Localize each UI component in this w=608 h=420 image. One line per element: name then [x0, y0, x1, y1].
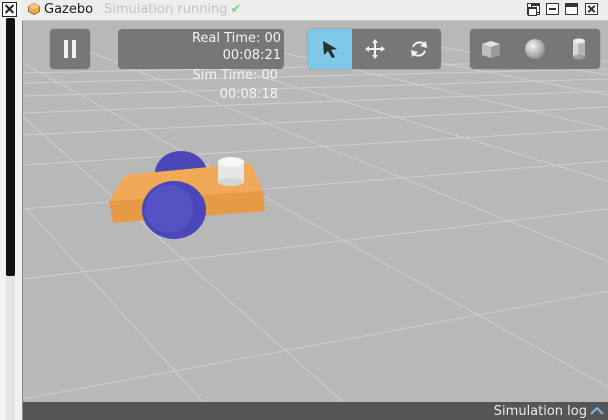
move-arrows-icon [365, 39, 385, 59]
left-window-strip [0, 0, 23, 420]
restore-button[interactable] [527, 3, 540, 16]
box-icon [482, 41, 500, 58]
insert-box-button[interactable] [470, 29, 512, 69]
insert-sphere-button[interactable] [514, 29, 556, 69]
simulation-log-label[interactable]: Simulation log [494, 404, 587, 420]
scrollbar[interactable] [6, 18, 15, 420]
scrollbar-thumb[interactable] [6, 18, 15, 276]
simulation-status: Simulation running ✔ [104, 2, 241, 18]
translate-mode-button[interactable] [353, 29, 397, 69]
maximize-button[interactable] [565, 3, 578, 15]
cursor-arrow-icon [323, 41, 337, 58]
title-bar: Gazebo Simulation running ✔ [22, 0, 608, 21]
sphere-icon [525, 39, 545, 59]
pause-button[interactable] [50, 29, 90, 69]
pause-icon [64, 40, 77, 58]
minimize-button[interactable] [546, 3, 559, 15]
check-icon: ✔ [230, 2, 242, 17]
insert-cylinder-button[interactable] [558, 29, 600, 69]
cylinder-icon [573, 38, 585, 60]
chevron-up-icon[interactable] [590, 406, 604, 416]
select-mode-button[interactable] [308, 29, 352, 69]
scene-render[interactable] [23, 21, 608, 402]
gazebo-logo-icon [28, 3, 40, 15]
shapes-toolbar [470, 29, 600, 69]
time-panel: Real Time: 00 00:08:21 [118, 29, 284, 69]
sensor-top [218, 157, 244, 167]
3d-viewport[interactable]: Real Time: 00 00:08:21 Sim Time: 00 00:0… [23, 21, 608, 402]
mode-toolbar [308, 29, 441, 69]
simulation-status-text: Simulation running [104, 2, 228, 17]
simulation-log-bar[interactable]: Simulation log [23, 402, 608, 420]
sim-time-label: Sim Time: 00 [192, 68, 278, 83]
close-button[interactable] [585, 3, 598, 15]
close-icon[interactable] [2, 2, 17, 17]
screen: Gazebo Simulation running ✔ Real Time: 0… [0, 0, 608, 420]
real-time-value: 00:08:21 [222, 48, 281, 63]
rotate-icon [411, 41, 427, 57]
real-time-label: Real Time: 00 [191, 31, 281, 46]
sim-time-value: 00:08:18 [219, 87, 278, 102]
window-title: Gazebo [44, 2, 94, 17]
rotate-mode-button[interactable] [397, 29, 441, 69]
